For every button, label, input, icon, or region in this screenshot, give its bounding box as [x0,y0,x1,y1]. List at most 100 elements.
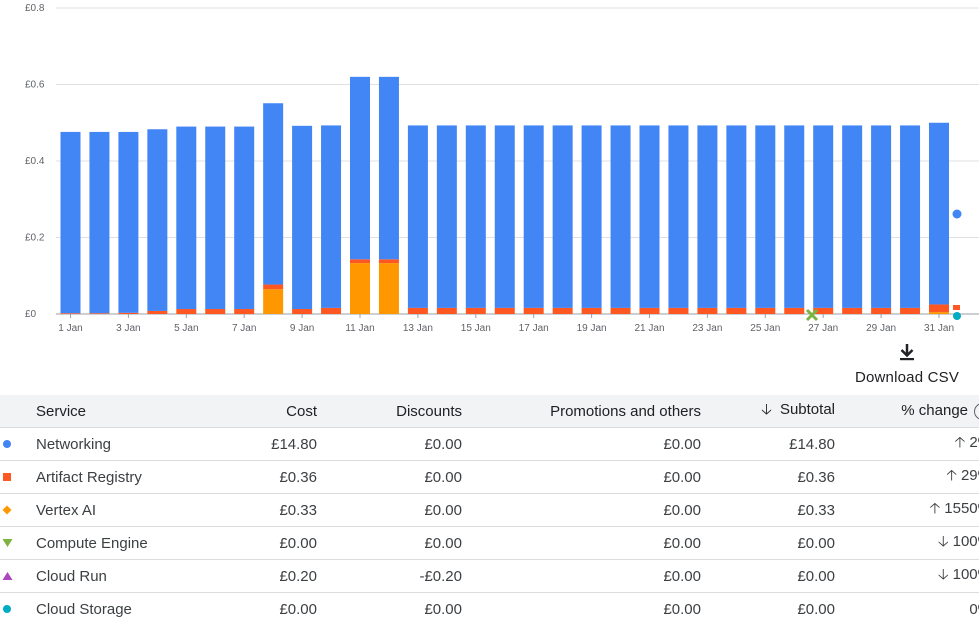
x-tick-label: 29 Jan [866,323,896,334]
x-tick-label: 25 Jan [750,323,780,334]
row-marker [0,593,24,625]
bar-segment [350,263,370,314]
cell-service: Cloud Storage [24,593,186,625]
x-tick-label: 5 Jan [174,323,198,334]
bar-segment [379,259,399,263]
bar-segment [726,308,746,314]
bar-segment [929,304,949,312]
table-row[interactable]: Compute Engine£0.00£0.00£0.00£0.00🡣100% [0,527,979,560]
cell-cost: £0.36 [186,461,317,494]
bar-segment [871,125,891,307]
x-tick-label: 3 Jan [116,323,140,334]
header-promotions[interactable]: Promotions and others [462,395,701,428]
percent-change-value: 100% [953,566,979,583]
diamond-marker-icon [2,502,12,519]
x-tick-label: 17 Jan [519,323,549,334]
bar-segment [611,308,631,314]
table-row[interactable]: Networking£14.80£0.00£0.00£14.80🡡2% [0,428,979,461]
header-discounts[interactable]: Discounts [317,395,462,428]
cell-discounts: £0.00 [317,593,462,625]
bar-segment [755,308,775,314]
table-row[interactable]: Cloud Run£0.20-£0.20£0.00£0.00🡣100% [0,560,979,593]
bar-segment [726,125,746,307]
cell-discounts: £0.00 [317,461,462,494]
cell-discounts: -£0.20 [317,560,462,593]
bar-segment [118,132,138,313]
bar-segment [118,313,138,314]
bar-segment [640,308,660,314]
cell-discounts: £0.00 [317,527,462,560]
cell-service: Compute Engine [24,527,186,560]
bar-segment [176,309,196,314]
circle-marker-icon [2,436,12,453]
cell-cost: £0.00 [186,527,317,560]
bar-segment [263,289,283,314]
percent-change-value: 29% [961,467,979,484]
table-row[interactable]: Cloud Storage£0.00£0.00£0.00£0.000% [0,593,979,625]
cell-percent-change: 🡣100% [835,560,979,593]
cell-percent-change: 🡣100% [835,527,979,560]
bar-segment [292,126,312,309]
cell-promotions: £0.00 [462,560,701,593]
cell-cost: £14.80 [186,428,317,461]
cell-service: Vertex AI [24,494,186,527]
square-marker-icon [2,469,12,486]
table-row[interactable]: Artifact Registry£0.36£0.00£0.00£0.36🡡29… [0,461,979,494]
header-cost[interactable]: Cost [186,395,317,428]
bar-segment [379,77,399,259]
bar-segment [205,309,225,314]
table-header-row: Service Cost Discounts Promotions and ot… [0,395,979,428]
row-marker [0,527,24,560]
bar-segment [350,77,370,259]
x-tick-label: 11 Jan [345,323,374,334]
service-cost-table: Service Cost Discounts Promotions and ot… [0,395,979,625]
x-tick-label: 21 Jan [634,323,664,334]
header-service[interactable]: Service [24,395,186,428]
cell-subtotal: £0.33 [701,494,835,527]
cell-percent-change: 🡡2% [835,428,979,461]
header-marker-col [0,395,24,428]
triangle-up-marker-icon [2,568,13,585]
artifact-registry-end-marker [953,305,960,310]
table-row[interactable]: Vertex AI£0.33£0.00£0.00£0.33🡡1550% [0,494,979,527]
cell-service: Cloud Run [24,560,186,593]
cell-discounts: £0.00 [317,494,462,527]
cell-percent-change: 0% [835,593,979,625]
bar-segment [89,313,109,314]
bar-segment [900,125,920,307]
cloud-storage-end-marker [953,312,961,320]
bar-segment [524,308,544,314]
bar-segment [205,127,225,309]
bar-segment [755,125,775,307]
bar-segment [408,308,428,314]
row-marker [0,461,24,494]
networking-end-marker [953,210,962,219]
bar-segment [379,263,399,314]
x-tick-label: 1 Jan [58,323,82,334]
x-tick-label: 27 Jan [808,323,838,334]
cell-cost: £0.33 [186,494,317,527]
header-subtotal[interactable]: 🡣Subtotal [701,395,835,428]
triangle-down-marker-icon [2,535,13,552]
bar-segment [61,313,81,314]
cell-subtotal: £0.00 [701,560,835,593]
header-percent-change[interactable]: % change? [835,395,979,428]
bar-segment [582,125,602,307]
bar-segment [292,309,312,314]
cell-subtotal: £0.00 [701,527,835,560]
y-tick-label: £0.6 [25,80,45,91]
bar-segment [466,308,486,314]
sort-descending-icon: 🡣 [761,399,772,424]
circle-marker-icon [2,601,12,618]
cell-promotions: £0.00 [462,494,701,527]
bar-segment [147,311,167,314]
bar-segment [842,308,862,314]
download-csv-button[interactable]: Download CSV [846,342,968,388]
bar-segment [668,308,688,314]
cost-chart: £0£0.2£0.4£0.6£0.81 Jan3 Jan5 Jan7 Jan9 … [0,0,979,340]
x-tick-label: 9 Jan [290,323,314,334]
row-marker [0,428,24,461]
bar-segment [234,309,254,314]
help-icon[interactable]: ? [974,403,979,420]
x-tick-label: 23 Jan [692,323,722,334]
